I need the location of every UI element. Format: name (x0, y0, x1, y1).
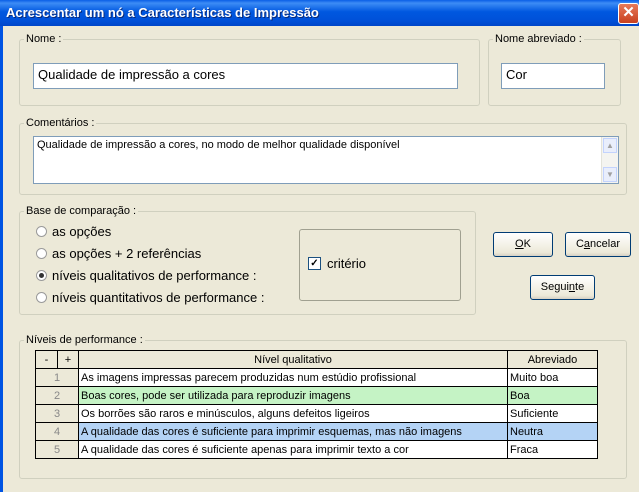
title-bar[interactable]: Acrescentar um nó a Características de I… (0, 0, 639, 26)
ok-button[interactable]: OK (493, 232, 553, 257)
seguinte-label: te (575, 281, 585, 293)
nivel-cell[interactable]: Os borrões são raros e minúsculos, algun… (78, 404, 508, 423)
radio-opcoes-referencias[interactable]: as opções + 2 referências (36, 246, 201, 262)
scroll-down-icon[interactable]: ▼ (603, 167, 617, 182)
niveis-table: - + Nível qualitativo Abreviado 1 As ima… (35, 350, 598, 459)
radio-label: as opções (52, 224, 112, 239)
table-row[interactable]: 4 A qualidade das cores é suficiente par… (35, 422, 598, 441)
close-button[interactable]: ✕ (618, 3, 639, 24)
cancel-label: ncelar (590, 238, 621, 250)
table-header-row: - + Nível qualitativo Abreviado (35, 350, 598, 369)
radio-icon (36, 226, 47, 238)
nome-legend: Nome : (26, 33, 62, 45)
radio-as-opcoes[interactable]: as opções (36, 224, 111, 240)
comentarios-textarea[interactable]: Qualidade de impressão a cores, no modo … (33, 136, 619, 184)
row-number: 5 (35, 440, 79, 459)
nivel-cell[interactable]: A qualidade das cores é suficiente para … (78, 422, 508, 441)
comentarios-scrollbar[interactable]: ▲ ▼ (601, 137, 618, 183)
close-icon: ✕ (622, 4, 635, 21)
abreviado-cell[interactable]: Neutra (507, 422, 598, 441)
col-header-abreviado: Abreviado (507, 350, 598, 369)
row-number: 2 (35, 386, 79, 405)
table-row[interactable]: 5 A qualidade das cores é suficiente ape… (35, 440, 598, 459)
abreviado-cell[interactable]: Suficiente (507, 404, 598, 423)
table-row[interactable]: 2 Boas cores, pode ser utilizada para re… (35, 386, 598, 405)
radio-label: níveis quantitativos de performance : (52, 290, 265, 305)
comentarios-legend: Comentários : (26, 117, 95, 129)
row-number: 3 (35, 404, 79, 423)
radio-selected-icon (36, 270, 47, 282)
niveis-legend: Níveis de performance : (26, 334, 143, 346)
cancel-label-start: C (575, 238, 584, 250)
ok-label-accel: O (515, 238, 524, 250)
radio-niveis-qualitativos[interactable]: níveis qualitativos de performance : (36, 268, 257, 284)
nome-abreviado-input[interactable]: Cor (501, 63, 605, 89)
criterio-label: critério (327, 256, 367, 271)
seguinte-label-start: Segui (540, 281, 569, 293)
nivel-cell[interactable]: Boas cores, pode ser utilizada para repr… (78, 386, 508, 405)
window-title: Acrescentar um nó a Características de I… (6, 5, 319, 20)
nivel-cell[interactable]: As imagens impressas parecem produzidas … (78, 368, 508, 387)
abreviado-cell[interactable]: Fraca (507, 440, 598, 459)
remove-row-button[interactable]: - (35, 350, 58, 369)
table-row[interactable]: 3 Os borrões são raros e minúsculos, alg… (35, 404, 598, 423)
criterio-checkbox[interactable]: ✓ critério (308, 256, 366, 271)
cancel-button[interactable]: Cancelar (565, 232, 631, 257)
radio-niveis-quantitativos[interactable]: níveis quantitativos de performance : (36, 290, 264, 306)
dialog-window: Acrescentar um nó a Características de I… (0, 0, 639, 492)
nome-abreviado-legend: Nome abreviado : (495, 33, 582, 45)
row-number: 1 (35, 368, 79, 387)
abreviado-cell[interactable]: Muito boa (507, 368, 598, 387)
abreviado-cell[interactable]: Boa (507, 386, 598, 405)
table-row[interactable]: 1 As imagens impressas parecem produzida… (35, 368, 598, 387)
add-row-button[interactable]: + (57, 350, 79, 369)
scroll-up-icon[interactable]: ▲ (603, 138, 617, 153)
comentarios-text: Qualidade de impressão a cores, no modo … (37, 139, 400, 151)
radio-label: níveis qualitativos de performance : (52, 268, 257, 283)
col-header-nivel: Nível qualitativo (78, 350, 508, 369)
ok-label: K (523, 238, 531, 250)
criterio-box: ✓ critério (299, 229, 461, 301)
check-icon: ✓ (308, 257, 321, 271)
radio-icon (36, 248, 47, 260)
radio-icon (36, 292, 47, 304)
base-comparacao-legend: Base de comparação : (26, 205, 137, 217)
radio-label: as opções + 2 referências (52, 246, 202, 261)
nome-input[interactable]: Qualidade de impressão a cores (33, 63, 458, 89)
nivel-cell[interactable]: A qualidade das cores é suficiente apena… (78, 440, 508, 459)
window-frame (0, 26, 3, 492)
row-number: 4 (35, 422, 79, 441)
seguinte-button[interactable]: Seguinte (530, 275, 595, 300)
